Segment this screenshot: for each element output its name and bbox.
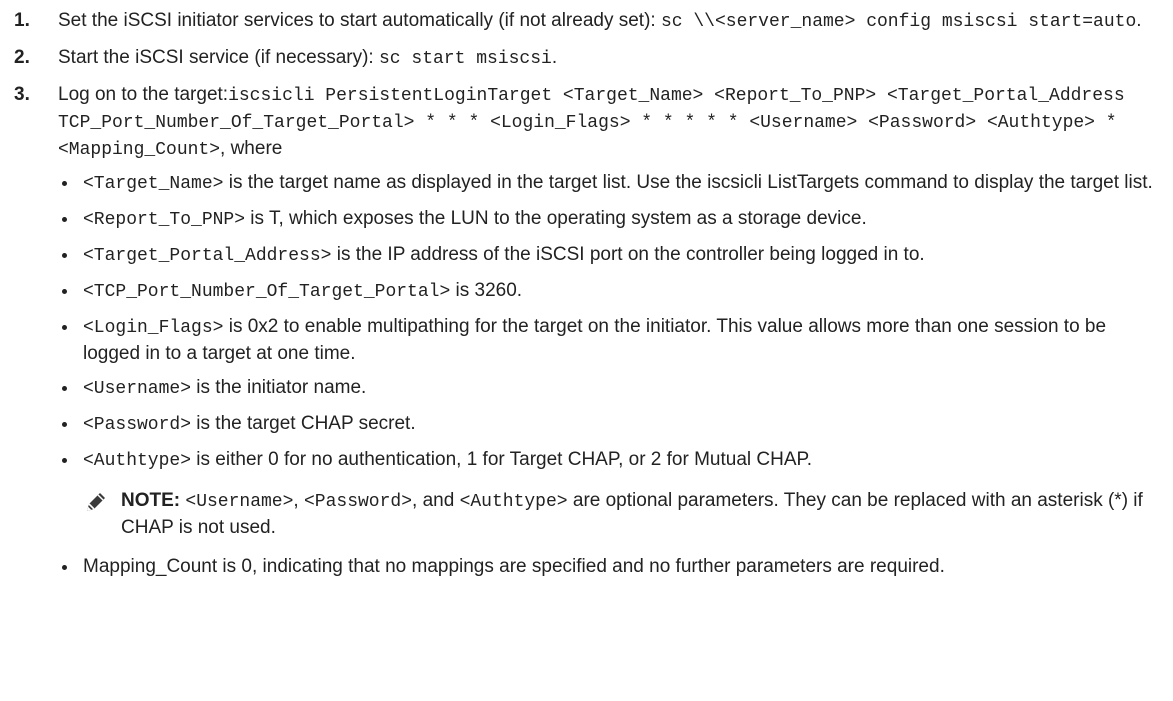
parameter-description: is 0x2 to enable multipathing for the ta… [83, 316, 1107, 364]
parameter-code: <Username> [83, 379, 192, 399]
step-3: 3. Log on to the target:iscsicli Persist… [14, 82, 1164, 579]
step-2: 2. Start the iSCSI service (if necessary… [14, 45, 1164, 72]
step-text-end: . [551, 47, 558, 68]
list-item: Mapping_Count is 0, indicating that no m… [58, 554, 1164, 579]
command-code: sc \\<server_name> config msiscsi start=… [660, 12, 1137, 32]
step-number: 1. [14, 10, 30, 31]
pencil-note-icon [87, 493, 105, 511]
parameter-description: is the initiator name. [191, 377, 367, 398]
note-separator: , [293, 490, 304, 511]
procedure: 1. Set the iSCSI initiator services to s… [14, 8, 1164, 588]
parameter-description: is T, which exposes the LUN to the opera… [245, 208, 867, 229]
step-text: Set the iSCSI initiator services to star… [58, 10, 661, 31]
note-code-password: <Password> [303, 492, 413, 512]
parameter-code: <Target_Name> [83, 174, 224, 194]
parameter-code: <Target_Portal_Address> [83, 246, 332, 266]
parameter-code: <Login_Flags> [83, 318, 224, 338]
parameter-description: is the IP address of the iSCSI port on t… [331, 244, 925, 265]
step-1: 1. Set the iSCSI initiator services to s… [14, 8, 1164, 35]
parameter-code: <Authtype> [83, 451, 192, 471]
parameter-code: <Report_To_PNP> [83, 210, 246, 230]
step-number: 3. [14, 84, 30, 105]
note-code-username: <Username> [185, 492, 294, 512]
note-label: NOTE: [121, 490, 181, 511]
list-item: <Username> is the initiator name. [58, 375, 1164, 402]
step-text-end: , where [220, 138, 283, 159]
list-item: <Password> is the target CHAP secret. [58, 411, 1164, 438]
step-number: 2. [14, 47, 30, 68]
parameter-code: <Password> [83, 415, 192, 435]
note-callout: NOTE: <Username>, <Password>, and <Autht… [83, 488, 1164, 540]
parameter-description: is either 0 for no authentication, 1 for… [191, 449, 813, 470]
list-item: <Login_Flags> is 0x2 to enable multipath… [58, 314, 1164, 366]
parameter-list: <Target_Name> is the target name as disp… [58, 170, 1164, 579]
note-code-authtype: <Authtype> [459, 492, 568, 512]
parameter-code: <TCP_Port_Number_Of_Target_Portal> [83, 282, 451, 302]
list-item: <TCP_Port_Number_Of_Target_Portal> is 32… [58, 278, 1164, 305]
parameter-description: is the target CHAP secret. [191, 413, 416, 434]
mapping-count-description: Mapping_Count is 0, indicating that no m… [83, 556, 945, 577]
list-item: <Report_To_PNP> is T, which exposes the … [58, 206, 1164, 233]
list-item: <Target_Portal_Address> is the IP addres… [58, 242, 1164, 269]
step-text-end: . [1136, 10, 1142, 31]
parameter-description: is the target name as displayed in the t… [223, 172, 1153, 193]
step-text: Start the iSCSI service (if necessary): [58, 47, 379, 68]
parameter-description: is 3260. [450, 280, 523, 301]
step-text: Log on to the target: [58, 84, 229, 105]
list-item: <Target_Name> is the target name as disp… [58, 170, 1164, 197]
list-item: <Authtype> is either 0 for no authentica… [58, 447, 1164, 540]
note-separator: , and [412, 490, 460, 511]
command-code: sc start msiscsi [379, 49, 552, 69]
